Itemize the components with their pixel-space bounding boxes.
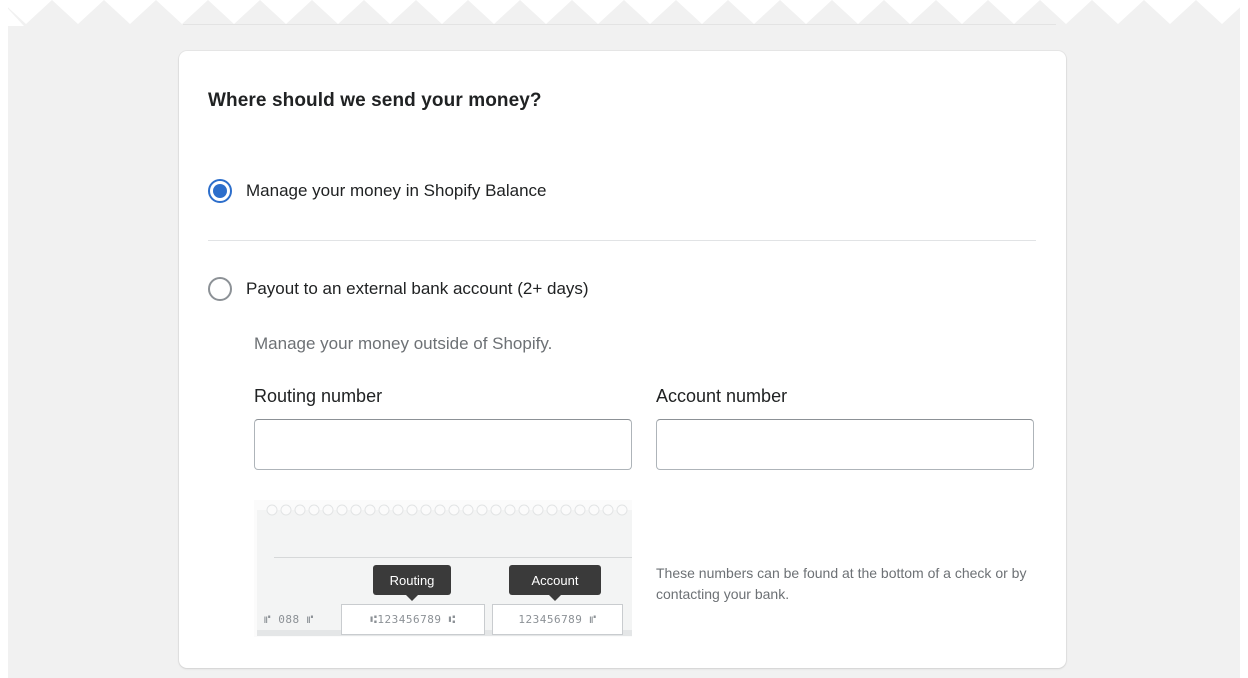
radio-unchecked-icon[interactable] — [208, 277, 232, 301]
torn-edge-decoration — [0, 0, 1248, 26]
routing-tag: Routing — [373, 565, 451, 601]
perforation-dot — [574, 504, 586, 516]
option-shopify-balance-label[interactable]: Manage your money in Shopify Balance — [246, 181, 547, 201]
option-external-bank-label[interactable]: Payout to an external bank account (2+ d… — [246, 279, 589, 299]
option-external-bank[interactable]: Payout to an external bank account (2+ d… — [208, 277, 589, 301]
perforation-dot — [378, 504, 390, 516]
card-title: Where should we send your money? — [208, 90, 542, 111]
routing-micr-box: ⑆123456789 ⑆ — [341, 604, 485, 635]
perforation-dot — [420, 504, 432, 516]
perforation-dot — [406, 504, 418, 516]
perforation-dot — [336, 504, 348, 516]
perforation-dot — [588, 504, 600, 516]
perforation-dot — [490, 504, 502, 516]
check-perforation — [266, 504, 628, 516]
check-hint-text: These numbers can be found at the bottom… — [656, 565, 1027, 602]
perforation-dot — [434, 504, 446, 516]
check-number-micr: ⑈ 088 ⑈ — [264, 613, 314, 626]
perforation-dot — [350, 504, 362, 516]
perforation-dot — [266, 504, 278, 516]
options-divider — [208, 240, 1036, 241]
perforation-dot — [462, 504, 474, 516]
perforation-dot — [308, 504, 320, 516]
perforation-dot — [448, 504, 460, 516]
check-illustration: Routing Account ⑈ 088 ⑈ ⑆123456789 ⑆ 123… — [254, 500, 632, 637]
perforation-dot — [546, 504, 558, 516]
routing-number-input[interactable] — [254, 419, 632, 470]
perforation-dot — [392, 504, 404, 516]
payout-destination-card: Where should we send your money? Manage … — [179, 51, 1066, 668]
perforation-dot — [602, 504, 614, 516]
account-number-input[interactable] — [656, 419, 1034, 470]
radio-dot — [213, 184, 227, 198]
perforation-dot — [322, 504, 334, 516]
perforation-dot — [504, 504, 516, 516]
routing-number-label: Routing number — [254, 386, 383, 406]
check-memo-line — [274, 557, 632, 558]
perforation-dot — [476, 504, 488, 516]
perforation-dot — [532, 504, 544, 516]
perforation-dot — [294, 504, 306, 516]
perforation-dot — [616, 504, 628, 516]
perforation-dot — [280, 504, 292, 516]
account-tag: Account — [509, 565, 601, 601]
radio-checked-icon[interactable] — [208, 179, 232, 203]
perforation-dot — [364, 504, 376, 516]
external-bank-description: Manage your money outside of Shopify. — [254, 334, 553, 353]
account-micr-box: 123456789 ⑈ — [492, 604, 623, 635]
perforation-dot — [518, 504, 530, 516]
option-shopify-balance[interactable]: Manage your money in Shopify Balance — [208, 179, 547, 203]
perforation-dot — [560, 504, 572, 516]
account-number-label: Account number — [656, 386, 788, 406]
